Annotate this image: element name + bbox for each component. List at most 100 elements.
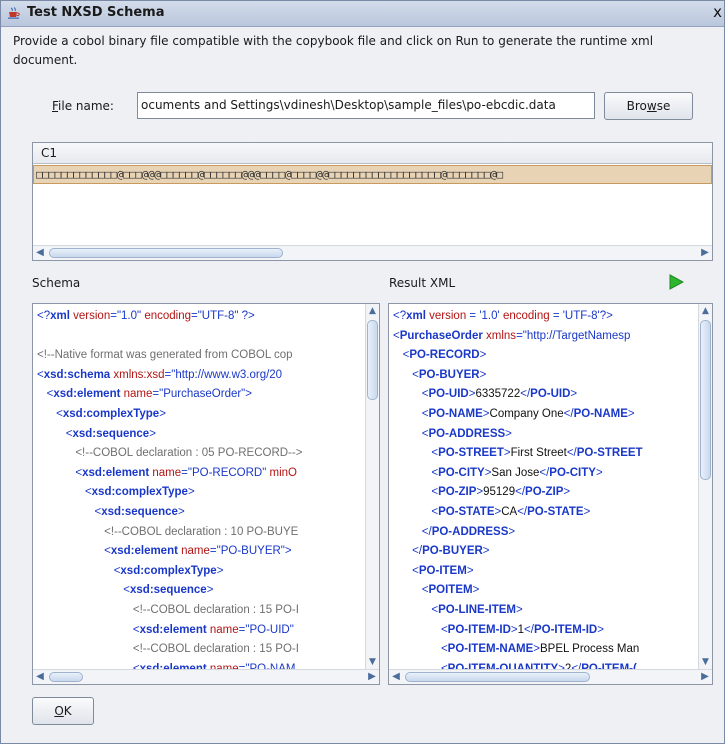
- file-name-input[interactable]: ocuments and Settings\vdinesh\Desktop\sa…: [137, 92, 595, 119]
- result-xml-editor[interactable]: <?xml version = '1.0' encoding = 'UTF-8'…: [388, 303, 713, 685]
- scroll-down-icon[interactable]: ▼: [699, 655, 712, 669]
- code-token: ?>: [238, 310, 255, 322]
- schema-code-line: <xsd:sequence>: [37, 425, 365, 445]
- code-token: >: [482, 407, 490, 420]
- close-button[interactable]: x: [713, 3, 722, 21]
- code-token: <: [123, 584, 130, 597]
- code-token: PO-ZIP: [438, 486, 477, 499]
- schema-code-line: <xsd:element name="PO-BUYER">: [37, 542, 365, 562]
- scroll-down-icon[interactable]: ▼: [366, 655, 379, 669]
- scroll-up-icon[interactable]: ▲: [699, 304, 712, 318]
- code-token: >: [563, 486, 571, 499]
- scroll-right-icon[interactable]: ▶: [698, 246, 712, 260]
- scroll-thumb[interactable]: [700, 320, 711, 480]
- code-token: PO-STATE: [527, 505, 584, 518]
- code-token: >: [479, 349, 487, 362]
- run-play-icon[interactable]: [668, 274, 684, 290]
- scroll-left-icon[interactable]: ◀: [389, 670, 403, 684]
- code-token: First Street: [510, 447, 567, 460]
- result-horizontal-scrollbar[interactable]: ◀ ▶: [389, 669, 712, 684]
- code-token: PO-ITEM-ID: [447, 623, 511, 636]
- ok-label-mnemonic: O: [54, 704, 64, 718]
- code-token: xsd:sequence: [101, 505, 178, 518]
- schema-code-line: <!--Native format was generated from COB…: [37, 346, 365, 366]
- result-code-line: <PO-UID>6335722</PO-UID>: [393, 385, 698, 405]
- code-token: xsd:complexType: [91, 486, 188, 499]
- code-token: </: [566, 447, 577, 460]
- result-code-line: </PO-BUYER>: [393, 542, 698, 562]
- title-bar[interactable]: Test NXSD Schema x: [1, 1, 724, 27]
- scroll-right-icon[interactable]: ▶: [365, 670, 379, 684]
- scroll-up-icon[interactable]: ▲: [366, 304, 379, 318]
- ok-button[interactable]: OK: [32, 697, 94, 725]
- scroll-right-icon[interactable]: ▶: [698, 670, 712, 684]
- result-xml-code[interactable]: <?xml version = '1.0' encoding = 'UTF-8'…: [389, 304, 698, 669]
- code-token: "PO-UID": [245, 623, 294, 636]
- code-token: >: [505, 427, 512, 440]
- result-code-line: <PO-CITY>San Jose</PO-CITY>: [393, 464, 698, 484]
- code-token: xsd:element: [82, 466, 150, 479]
- browse-label-pre: Bro: [626, 99, 647, 113]
- code-token: encoding: [502, 310, 550, 322]
- schema-vertical-scrollbar[interactable]: ▲ ▼: [365, 304, 379, 669]
- code-token: PO-RECORD: [409, 349, 480, 362]
- scroll-thumb[interactable]: [49, 672, 83, 682]
- code-token: "http://www.w3.org/20: [171, 368, 283, 381]
- code-token: xsd:element: [53, 388, 121, 401]
- result-code-line: </PO-ADDRESS>: [393, 523, 698, 543]
- code-token: xml: [406, 310, 426, 322]
- code-token: =: [110, 310, 117, 322]
- code-token: <!--COBOL declaration : 15 PO-I: [132, 603, 299, 616]
- code-token: <: [132, 623, 140, 636]
- scroll-thumb[interactable]: [405, 672, 590, 682]
- schema-label: Schema: [32, 276, 81, 290]
- code-token: minO: [269, 466, 298, 479]
- code-token: >: [533, 643, 540, 656]
- schema-code-line: <xsd:element name="PO-RECORD" minO: [37, 464, 365, 484]
- code-token: xsd:sequence: [130, 584, 207, 597]
- schema-code-line: <xsd:sequence>: [37, 581, 365, 601]
- code-token: >: [503, 447, 511, 460]
- code-token: PO-STREET: [576, 447, 643, 460]
- code-token: </: [520, 388, 531, 401]
- code-token: >: [627, 407, 635, 420]
- schema-horizontal-scrollbar[interactable]: ◀ ▶: [33, 669, 379, 684]
- scroll-thumb[interactable]: [367, 320, 378, 400]
- code-token: PurchaseOrder: [399, 329, 483, 342]
- ok-label-rest: K: [63, 704, 72, 718]
- code-token: name: [152, 466, 182, 479]
- code-token: POITEM: [428, 584, 473, 597]
- scroll-left-icon[interactable]: ◀: [33, 670, 47, 684]
- scroll-left-icon[interactable]: ◀: [33, 246, 47, 260]
- code-token: >: [482, 545, 490, 558]
- grid-horizontal-scrollbar[interactable]: ◀ ▶: [33, 245, 712, 260]
- schema-code-line: <?xml version="1.0" encoding="UTF-8" ?>: [37, 307, 365, 327]
- code-token: "PO-BUYER": [216, 545, 285, 558]
- code-token: >: [597, 623, 604, 636]
- code-token: "UTF-8": [197, 310, 239, 322]
- code-token: </: [524, 623, 534, 636]
- schema-code[interactable]: <?xml version="1.0" encoding="UTF-8" ?> …: [33, 304, 365, 669]
- column-header-c1[interactable]: C1: [33, 143, 712, 164]
- result-vertical-scrollbar[interactable]: ▲ ▼: [698, 304, 712, 669]
- code-token: name: [209, 623, 239, 636]
- code-token: >: [510, 623, 518, 636]
- result-code-line: <PO-BUYER>: [393, 366, 698, 386]
- code-token: PO-ITEM-ID: [533, 623, 598, 636]
- scroll-thumb[interactable]: [49, 248, 283, 258]
- code-token: "PurchaseOrder": [159, 388, 246, 401]
- browse-button[interactable]: Browse: [604, 92, 693, 120]
- result-code-line: <PO-RECORD>: [393, 346, 698, 366]
- grid-data-row[interactable]: □□□□□□□□□□□□□@□□□@@@□□□□□□@□□□□□□@@@□□□□…: [33, 165, 712, 184]
- schema-editor[interactable]: <?xml version="1.0" encoding="UTF-8" ?> …: [32, 303, 380, 685]
- code-token: =: [466, 310, 480, 322]
- result-code-line: <PO-LINE-ITEM>: [393, 601, 698, 621]
